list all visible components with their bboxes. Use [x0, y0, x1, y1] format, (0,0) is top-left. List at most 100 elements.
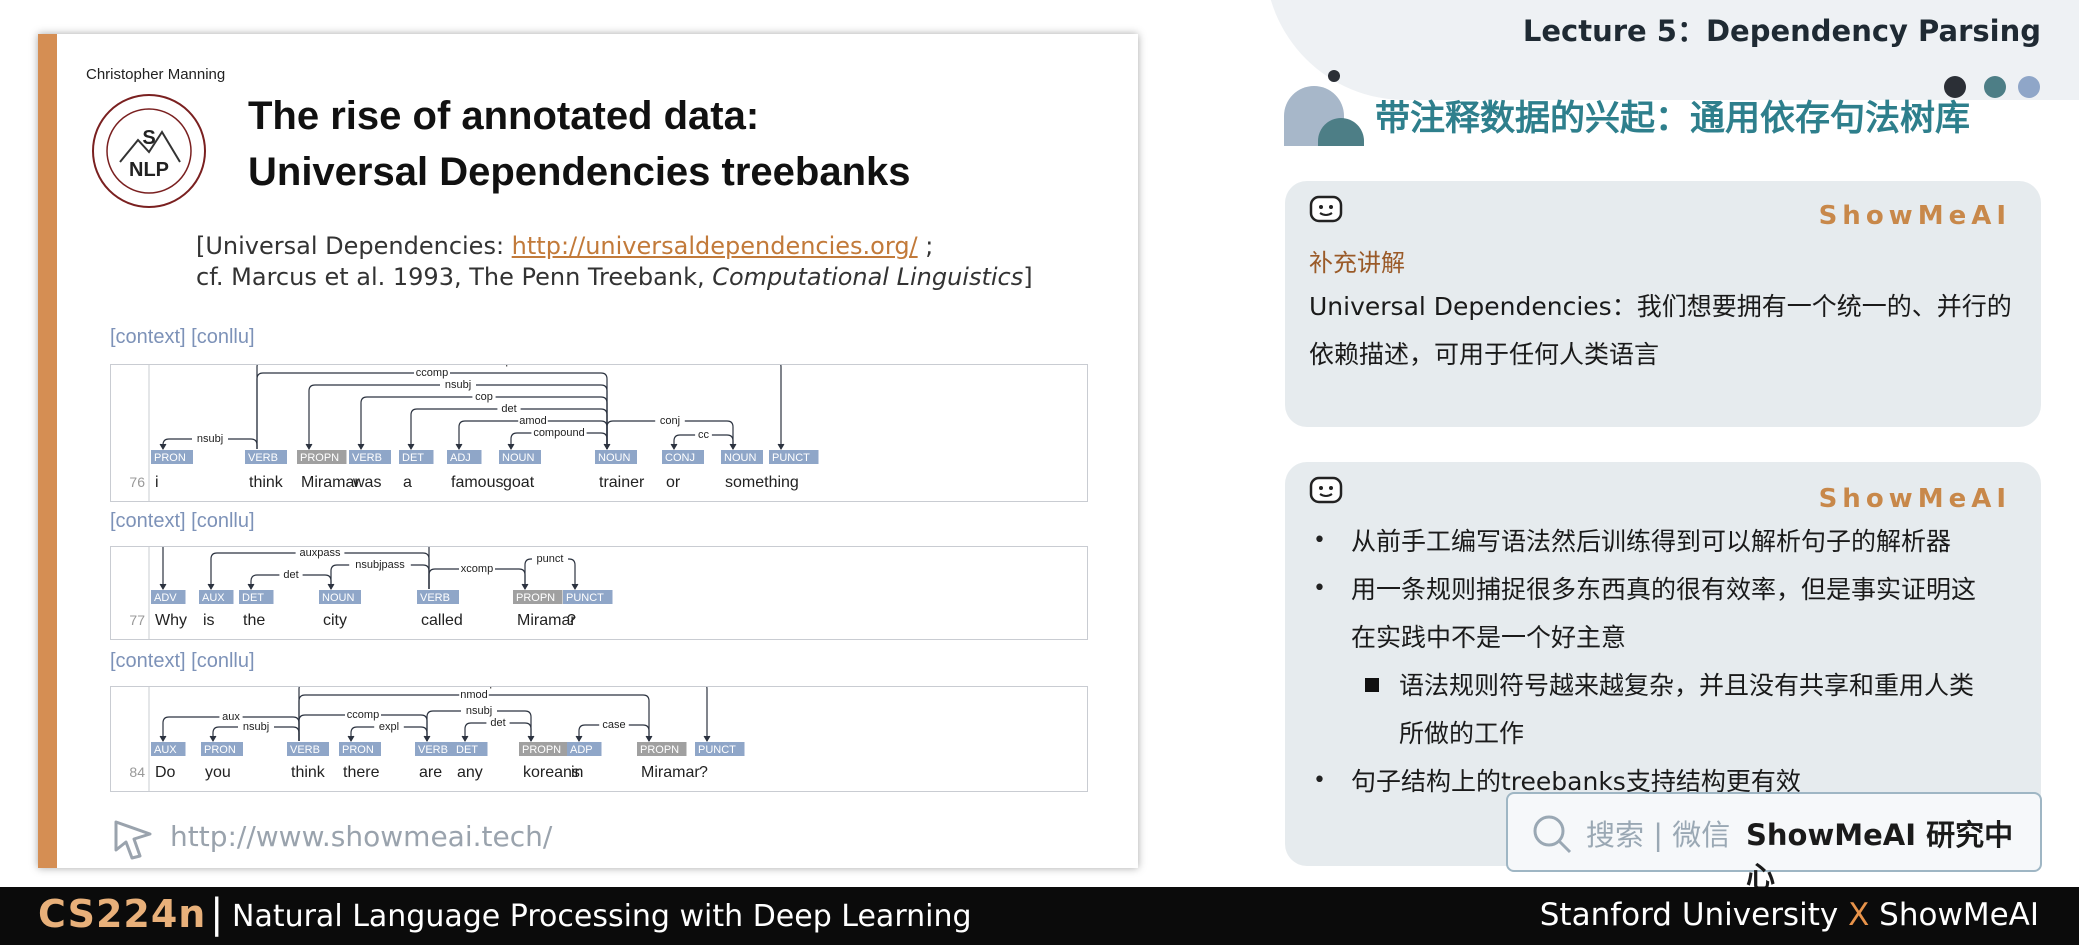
arc-label: aux	[222, 711, 240, 723]
token-word: think	[291, 764, 326, 781]
token-word: something	[725, 474, 799, 491]
arc-label: ccomp	[347, 709, 379, 721]
token-word: a	[403, 474, 412, 491]
sentence-number: 84	[129, 764, 145, 780]
reference-line2: cf. Marcus et al. 1993, The Penn Treeban…	[196, 263, 1033, 291]
token-word: Miramar	[301, 474, 360, 491]
course-name: Natural Language Processing with Deep Le…	[232, 899, 972, 934]
pos-tag: PRON	[342, 744, 374, 756]
arc-arrowhead	[159, 583, 167, 590]
pos-tag: PROPN	[522, 744, 561, 756]
token-word: Do	[155, 764, 176, 781]
bullet-icon: •	[1313, 528, 1326, 553]
arc-label: det	[490, 717, 505, 729]
pos-tag: ADV	[154, 592, 177, 604]
svg-text:NLP: NLP	[129, 159, 169, 181]
arc-label: det	[501, 403, 516, 415]
pos-tag: DET	[456, 744, 478, 756]
square-bullet-icon	[1365, 678, 1379, 692]
token-word: ?	[699, 764, 708, 781]
arc-label: auxpass	[300, 547, 341, 559]
robot-icon	[1309, 476, 1343, 504]
arc-label: nmod	[460, 689, 488, 701]
arc-arrowhead	[347, 735, 355, 742]
decor-dot	[2018, 76, 2040, 98]
slide-author: Christopher Manning	[86, 66, 226, 83]
sentence-number: 76	[129, 474, 145, 490]
token-word: in	[571, 764, 583, 781]
pos-tag: VERB	[418, 744, 448, 756]
decor-dot	[1328, 70, 1340, 82]
token-word: you	[205, 764, 231, 781]
pos-tag: VERB	[248, 452, 278, 464]
arc-label: xcomp	[461, 563, 493, 575]
arc-label: ccomp	[416, 367, 448, 379]
token-word: there	[343, 764, 380, 781]
sub-bullet-text: 所做的工作	[1399, 719, 1525, 748]
context-links[interactable]: [context] [conllu]	[110, 510, 255, 533]
token-word: the	[243, 612, 265, 629]
arc-label: cc	[698, 429, 710, 441]
token-word: Miramar	[641, 764, 700, 781]
reference-line1: [Universal Dependencies: http://universa…	[196, 232, 934, 260]
note-text: Universal Dependencies：我们想要拥有一个统一的、并行的依赖…	[1309, 292, 2012, 369]
pos-tag: ADJ	[450, 452, 471, 464]
arc-arrowhead	[777, 443, 785, 450]
arc-arrowhead	[575, 735, 583, 742]
dependency-tree: 77 ADV Why AUX is DET the NOUN city VERB called PRO…	[110, 546, 1088, 640]
pos-tag: DET	[402, 452, 424, 464]
arc-arrowhead	[357, 443, 365, 450]
course-code: CS224n	[38, 892, 207, 936]
footer-credit: Stanford University X ShowMeAI	[1539, 897, 2039, 933]
arc-label: nsubj	[197, 433, 223, 445]
arc-arrowhead	[571, 583, 579, 590]
dependency-arc	[308, 384, 608, 449]
pos-tag: PRON	[204, 744, 236, 756]
search-placeholder: 搜索 | 微信	[1586, 818, 1731, 852]
arc-label: nsubj	[445, 379, 471, 391]
arc-label: conj	[660, 415, 680, 427]
pos-tag: PRON	[154, 452, 186, 464]
bullet-icon: •	[1313, 576, 1326, 601]
pos-tag: VERB	[420, 592, 450, 604]
token-word: are	[419, 764, 442, 781]
token-word: think	[249, 474, 284, 491]
ud-link[interactable]: http://universaldependencies.org/	[512, 232, 918, 260]
robot-icon	[1309, 195, 1343, 223]
context-links[interactable]: [context] [conllu]	[110, 650, 255, 673]
arc-arrowhead	[305, 443, 313, 450]
token-word: ?	[567, 612, 576, 629]
arc-arrowhead	[670, 443, 678, 450]
pos-tag: NOUN	[724, 452, 756, 464]
footer-bar: CS224n | Natural Language Processing wit…	[0, 887, 2079, 945]
token-word: Why	[155, 612, 187, 629]
pos-tag: NOUN	[502, 452, 534, 464]
arc-arrowhead	[159, 735, 167, 742]
bullet-text: 在实践中不是一个好主意	[1351, 623, 1627, 652]
context-links[interactable]: [context] [conllu]	[110, 326, 255, 349]
token-word: trainer	[599, 474, 645, 491]
dependency-tree: 76 PRON i VERB think PROPN Miramar VERB was DET a A…	[110, 364, 1088, 502]
wechat-search-box[interactable]: 搜索 | 微信 ShowMeAI 研究中心	[1506, 792, 2042, 894]
arc-label: det	[283, 569, 298, 581]
arc-label: cop	[475, 391, 493, 403]
pos-tag: DET	[242, 592, 264, 604]
search-brand: ShowMeAI 研究中心	[1746, 818, 2014, 894]
token-word: or	[666, 474, 681, 491]
pos-tag: VERB	[290, 744, 320, 756]
arc-arrowhead	[247, 583, 255, 590]
svg-text:S: S	[142, 127, 155, 149]
slide-url[interactable]: http://www.showmeai.tech/	[170, 820, 552, 853]
token-word: is	[203, 612, 215, 629]
token-word: city	[323, 612, 347, 629]
arc-label: compound	[533, 427, 584, 439]
pos-tag: PROPN	[300, 452, 339, 464]
arc-arrowhead	[207, 583, 215, 590]
sentence-number: 77	[129, 612, 145, 628]
token-word: was	[352, 474, 381, 491]
arc-arrowhead	[729, 443, 737, 450]
pos-tag: ADP	[570, 744, 593, 756]
decor-dot	[1984, 76, 2006, 98]
slide-title-line2: Universal Dependencies treebanks	[248, 150, 911, 194]
dependency-tree: 84 AUX Do PRON you VERB think PRON there VERB are D…	[110, 686, 1088, 792]
